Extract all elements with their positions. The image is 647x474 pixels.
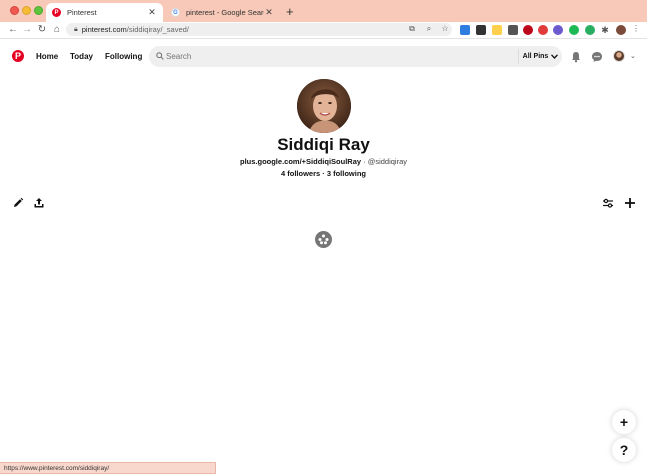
filter-sliders-icon[interactable] (602, 197, 614, 209)
chevron-down-icon (551, 54, 559, 59)
url-host: pinterest.com (81, 25, 127, 34)
toolbar-divider (0, 38, 647, 39)
window-close-button[interactable] (10, 6, 19, 15)
tab-close-icon[interactable]: ✕ (147, 7, 157, 18)
add-plus-icon[interactable] (624, 197, 636, 209)
open-in-app-icon[interactable]: ⧉ (407, 24, 417, 34)
extension-6-icon[interactable] (538, 25, 548, 35)
search-icon (156, 52, 164, 60)
stats-separator: · (320, 169, 327, 178)
window-minimize-button[interactable] (22, 6, 31, 15)
tab-close-icon[interactable]: ✕ (264, 7, 274, 18)
extension-2-icon[interactable] (476, 25, 486, 35)
drive-extension-icon[interactable] (492, 25, 502, 35)
tab-title: pinterest - Google Search (186, 8, 264, 17)
reload-icon[interactable]: ↻ (36, 24, 48, 36)
google-favicon-icon: G (171, 8, 180, 17)
profile-website-link[interactable]: plus.google.com/+SiddiqiSoulRay (240, 157, 361, 166)
nav-following[interactable]: Following (105, 52, 142, 61)
all-pins-dropdown[interactable]: All Pins (518, 49, 562, 64)
lock-icon: 🔒︎ (74, 25, 78, 33)
profile-name: Siddiqi Ray (277, 135, 370, 154)
profile-meta: plus.google.com/+SiddiqiSoulRay · @siddi… (0, 157, 647, 166)
user-avatar[interactable] (613, 50, 625, 62)
notifications-bell-icon[interactable] (570, 51, 582, 63)
share-upload-icon[interactable] (33, 197, 45, 209)
extension-9-icon[interactable] (585, 25, 595, 35)
extension-7-icon[interactable] (553, 25, 563, 35)
browser-menu-icon[interactable]: ⋮ (631, 24, 641, 33)
help-question-icon: ? (619, 442, 629, 458)
edit-pencil-icon[interactable] (12, 197, 24, 209)
profile-photo-image (297, 79, 351, 133)
create-floating-button[interactable]: + (612, 410, 636, 434)
nav-home[interactable]: Home (36, 52, 58, 61)
link-status-bar: https://www.pinterest.com/siddiqiray/ (0, 462, 216, 474)
search-input[interactable] (166, 51, 466, 62)
back-icon[interactable]: ← (7, 24, 19, 36)
meta-separator: · (361, 157, 368, 166)
forward-icon[interactable]: → (21, 24, 33, 36)
help-floating-button[interactable]: ? (612, 438, 636, 462)
messages-icon[interactable] (591, 51, 603, 63)
tab-pinterest[interactable]: P Pinterest ✕ (46, 3, 163, 22)
pinterest-extension-icon[interactable] (523, 25, 533, 35)
zoom-icon[interactable]: ⌕ (424, 24, 434, 34)
all-pins-label: All Pins (522, 53, 549, 60)
tab-title: Pinterest (67, 8, 97, 17)
address-bar[interactable]: 🔒︎ pinterest.com/siddiqiray/_saved/ (66, 23, 452, 36)
create-plus-icon: + (619, 414, 629, 430)
profile-stats: 4 followers · 3 following (0, 169, 647, 178)
window-zoom-button[interactable] (34, 6, 43, 15)
profile-avatar-icon[interactable] (616, 25, 626, 35)
profile-handle: @siddiqiray (367, 157, 408, 166)
pinterest-logo-icon[interactable]: P (12, 50, 24, 62)
bookmark-star-icon[interactable]: ☆ (440, 24, 450, 33)
nav-today[interactable]: Today (70, 52, 93, 61)
new-tab-icon[interactable]: + (286, 5, 294, 18)
tab-google-search[interactable]: G pinterest - Google Search ✕ (165, 3, 280, 22)
pinterest-favicon-icon: P (52, 8, 61, 17)
loading-spinner-icon (315, 231, 332, 248)
url-path: /siddiqiray/_saved/ (126, 25, 189, 34)
profile-avatar (297, 79, 351, 133)
extensions-puzzle-icon[interactable]: ✱ (600, 25, 610, 35)
extension-1-icon[interactable] (460, 25, 470, 35)
followers-count[interactable]: 4 followers (281, 169, 320, 178)
extension-8-icon[interactable] (569, 25, 579, 35)
home-icon[interactable]: ⌂ (51, 24, 63, 36)
extension-4-icon[interactable] (508, 25, 518, 35)
following-count[interactable]: 3 following (327, 169, 366, 178)
account-chevron-down-icon[interactable]: ⌄ (630, 52, 636, 60)
